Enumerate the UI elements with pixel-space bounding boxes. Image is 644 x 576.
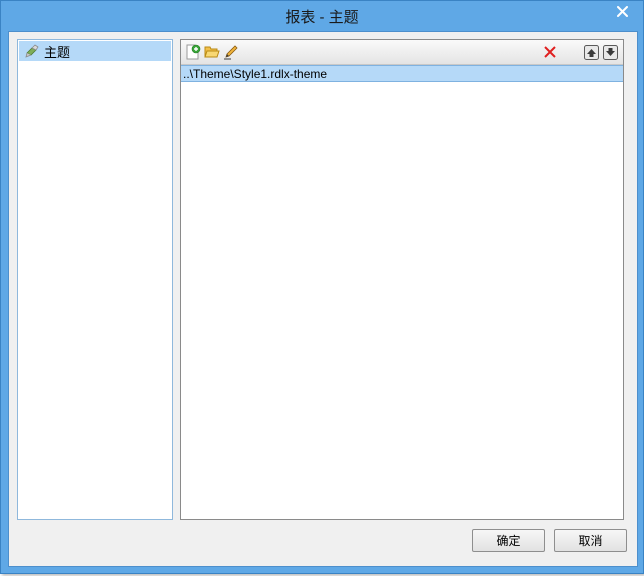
window-title: 报表 - 主题 xyxy=(285,9,359,26)
cancel-button[interactable]: 取消 xyxy=(554,529,627,552)
delete-theme-button[interactable] xyxy=(541,43,559,61)
title-bar[interactable]: 报表 - 主题 xyxy=(1,1,643,31)
theme-list-panel: ..\Theme\Style1.rdlx-theme xyxy=(180,39,624,520)
move-up-button[interactable] xyxy=(582,43,600,61)
new-theme-icon xyxy=(186,44,201,60)
category-tree: 主题 xyxy=(17,39,173,520)
tree-item-theme[interactable]: 主题 xyxy=(19,41,171,61)
theme-toolbar xyxy=(181,40,623,65)
theme-dialog: 报表 - 主题 主题 ..\Theme\Style1.rdlx-theme 确定… xyxy=(0,0,644,574)
edit-theme-button[interactable] xyxy=(222,43,240,61)
open-folder-icon xyxy=(204,46,220,58)
open-theme-button[interactable] xyxy=(203,43,221,61)
move-down-icon xyxy=(602,44,618,60)
tree-item-label: 主题 xyxy=(44,44,71,60)
theme-path: ..\Theme\Style1.rdlx-theme xyxy=(183,66,328,81)
theme-row[interactable]: ..\Theme\Style1.rdlx-theme xyxy=(181,65,623,82)
ok-button[interactable]: 确定 xyxy=(472,529,545,552)
close-icon xyxy=(616,5,628,17)
theme-brush-icon xyxy=(25,44,39,58)
edit-pencil-icon xyxy=(224,45,238,60)
move-up-icon xyxy=(583,44,599,60)
close-button[interactable] xyxy=(609,1,635,21)
move-down-button[interactable] xyxy=(601,43,619,61)
dialog-client-area: 主题 ..\Theme\Style1.rdlx-theme 确定 取消 xyxy=(8,31,638,567)
delete-x-icon xyxy=(544,46,556,58)
new-theme-button[interactable] xyxy=(184,43,202,61)
